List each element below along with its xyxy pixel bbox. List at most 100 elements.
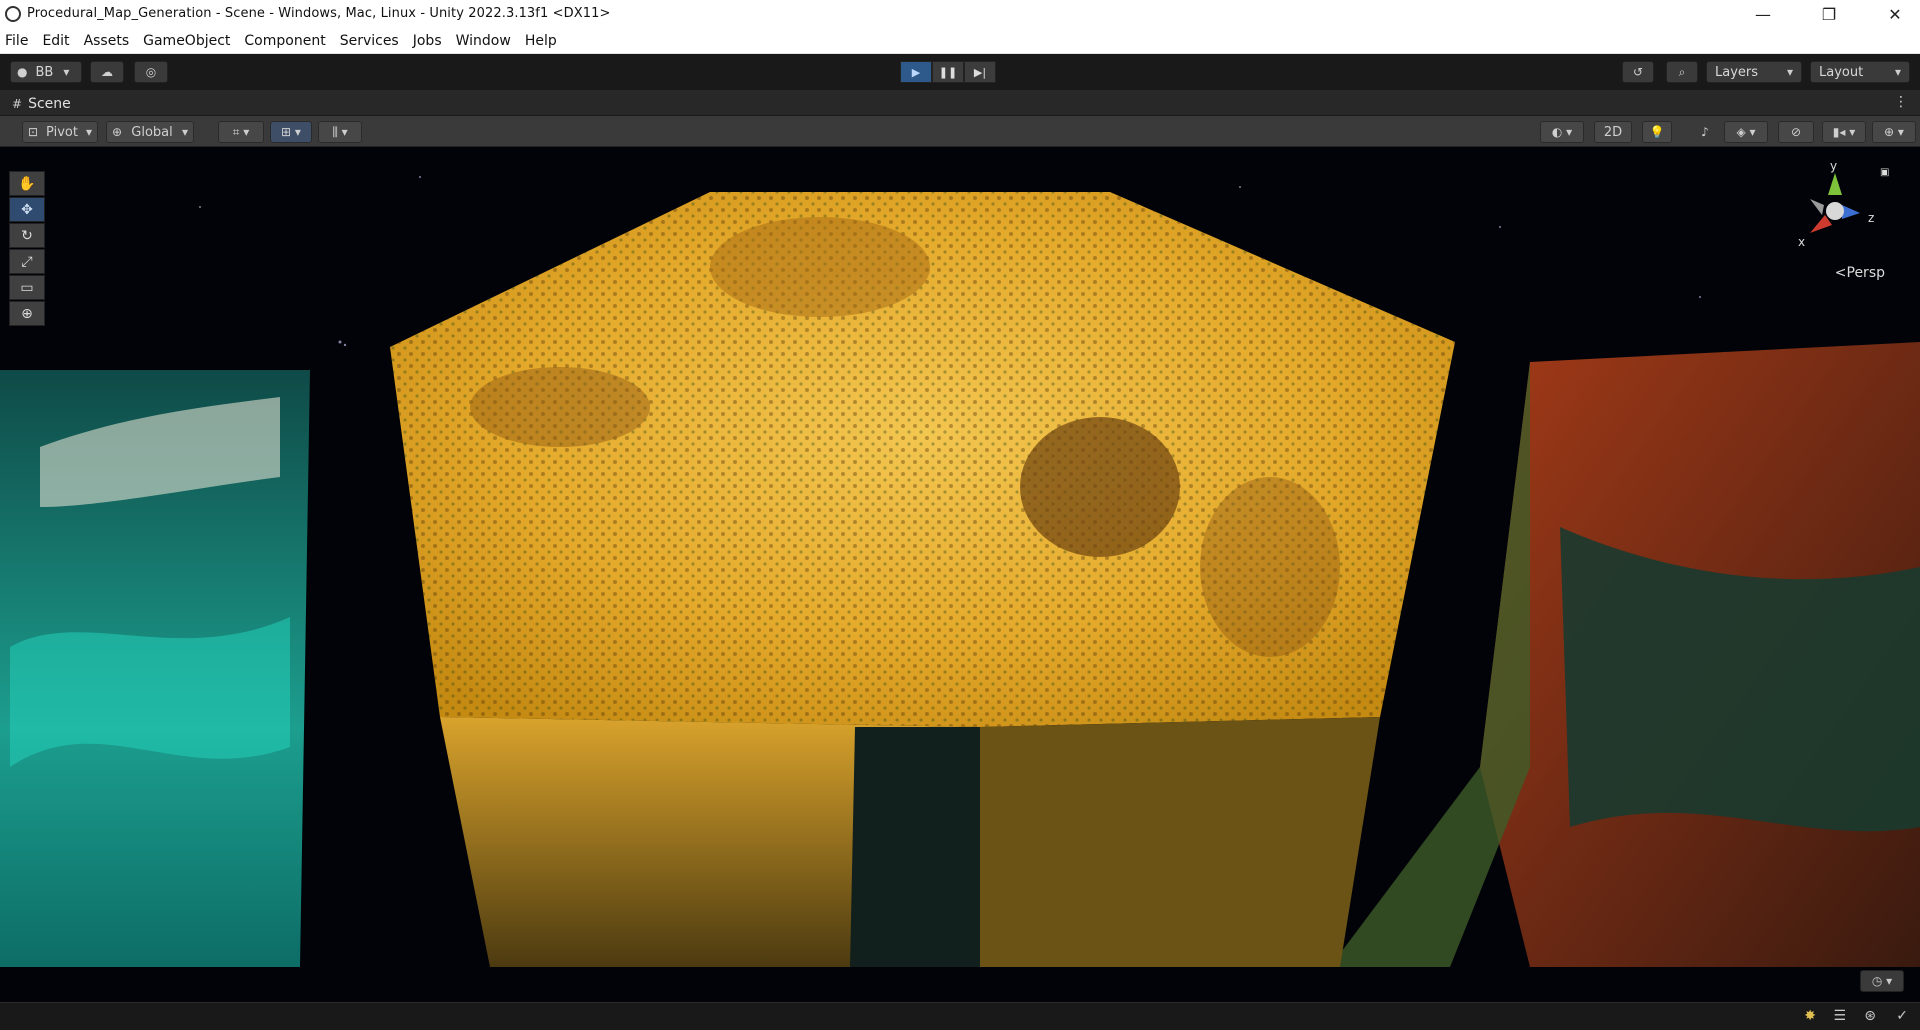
pause-button[interactable]: ❚❚	[932, 61, 964, 83]
chevron-down-icon: ▾	[1894, 65, 1901, 79]
pivot-icon: ⊡	[28, 125, 39, 139]
camera-settings-dropdown[interactable]: ◷ ▾	[1860, 970, 1904, 992]
layers-status-icon[interactable]: ☰	[1833, 1008, 1846, 1024]
play-icon: ▶	[911, 65, 921, 79]
minimize-button[interactable]: —	[1740, 0, 1786, 29]
search-button[interactable]: ⌕	[1666, 61, 1698, 83]
axis-z-label: z	[1868, 211, 1875, 225]
hand-icon: ✋	[18, 175, 36, 192]
scene-visibility-toggle[interactable]: ⊘	[1778, 121, 1814, 143]
scene-viewport[interactable]: ✋ ✥ ↻ ⤢ ▭ ⊕ y x z ▣ <Persp ◷ ▾	[0, 147, 1920, 1002]
rect-tool-button[interactable]: ▭	[9, 275, 45, 300]
snap-grid-icon: ⌗ ▾	[232, 124, 250, 139]
effects-icon: ◈ ▾	[1736, 125, 1756, 139]
menu-gameobject[interactable]: GameObject	[143, 33, 230, 49]
scale-icon: ⤢	[21, 253, 33, 270]
gizmos-dropdown[interactable]: ⊕ ▾	[1872, 121, 1916, 143]
global-dropdown[interactable]: ⊕ Global ▾	[106, 121, 194, 143]
transform-tool-button[interactable]: ⊕	[9, 301, 45, 326]
audio-toggle[interactable]: ♪	[1690, 121, 1720, 143]
step-button[interactable]: ▶|	[964, 61, 996, 83]
toggle-2d-label: 2D	[1603, 124, 1623, 140]
pivot-dropdown[interactable]: ⊡ Pivot ▾	[22, 121, 98, 143]
rotate-tool-button[interactable]: ↻	[9, 223, 45, 248]
menu-jobs[interactable]: Jobs	[413, 33, 442, 49]
play-button[interactable]: ▶	[900, 61, 932, 83]
increment-snap-icon: ⫼ ▾	[332, 124, 348, 139]
unity-logo-icon	[5, 6, 21, 22]
move-icon: ✥	[21, 201, 33, 218]
toggle-2d-button[interactable]: 2D	[1594, 121, 1632, 143]
close-button[interactable]: ✕	[1872, 0, 1918, 29]
scene-render	[0, 147, 1920, 1002]
status-warning-icon[interactable]: ✸	[1804, 1008, 1816, 1024]
rotate-icon: ↻	[21, 227, 33, 244]
scale-tool-button[interactable]: ⤢	[9, 249, 45, 274]
menu-file[interactable]: File	[5, 33, 28, 49]
scene-view-toolbar: ⊡ Pivot ▾ ⊕ Global ▾ ⌗ ▾ ⊞ ▾ ⫼ ▾ ◐ ▾ 2D …	[0, 116, 1920, 147]
maximize-button[interactable]: ❐	[1806, 0, 1852, 29]
menu-component[interactable]: Component	[244, 33, 325, 49]
menu-help[interactable]: Help	[525, 33, 557, 49]
status-bar: ✸ ☰ ⊛ ✓	[0, 1002, 1920, 1030]
menu-services[interactable]: Services	[340, 33, 399, 49]
chevron-down-icon: ▾	[85, 125, 92, 139]
debug-icon[interactable]: ⊛	[1864, 1008, 1876, 1024]
snap-grid-dropdown[interactable]: ⌗ ▾	[218, 121, 264, 143]
menu-edit[interactable]: Edit	[42, 33, 69, 49]
account-label: BB	[35, 64, 54, 80]
shading-icon: ◐ ▾	[1551, 125, 1573, 139]
increment-snap-dropdown[interactable]: ⫼ ▾	[318, 121, 362, 143]
chevron-down-icon: ▾	[181, 125, 188, 139]
chevron-down-icon: ▾	[63, 65, 70, 79]
kebab-menu-icon[interactable]: ⋮	[1894, 94, 1908, 110]
camera-dropdown[interactable]: ▮◂ ▾	[1822, 121, 1866, 143]
step-icon: ▶|	[973, 65, 987, 79]
playback-controls: ▶ ❚❚ ▶|	[900, 61, 996, 83]
layers-dropdown[interactable]: Layers ▾	[1706, 61, 1802, 83]
menu-window[interactable]: Window	[456, 33, 511, 49]
history-button[interactable]: ↺	[1622, 61, 1654, 83]
transform-icon: ⊕	[21, 305, 33, 322]
cloud-icon: ☁	[101, 65, 113, 79]
collab-button[interactable]: ◎	[134, 61, 168, 83]
cloud-button[interactable]: ☁	[90, 61, 124, 83]
layout-dropdown[interactable]: Layout ▾	[1810, 61, 1910, 83]
grid-visibility-icon: ⊞ ▾	[281, 125, 301, 139]
move-tool-button[interactable]: ✥	[9, 197, 45, 222]
axis-y-label: y	[1830, 159, 1838, 173]
tab-scene[interactable]: # Scene	[6, 93, 81, 115]
chevron-left-icon: <	[1834, 265, 1847, 281]
menu-bar: File Edit Assets GameObject Component Se…	[0, 29, 1920, 54]
global-label: Global	[131, 124, 173, 140]
tab-scene-label: Scene	[28, 96, 71, 112]
user-icon: ●	[17, 65, 28, 79]
menu-assets[interactable]: Assets	[84, 33, 130, 49]
scene-tab-bar: # Scene ⋮	[0, 90, 1920, 116]
effects-dropdown[interactable]: ◈ ▾	[1724, 121, 1768, 143]
grid-icon: #	[12, 97, 23, 111]
tool-palette: ✋ ✥ ↻ ⤢ ▭ ⊕	[9, 171, 45, 327]
checkmark-icon[interactable]: ✓	[1896, 1008, 1908, 1024]
search-icon: ⌕	[1678, 64, 1686, 79]
visibility-icon: ⊘	[1790, 125, 1802, 139]
draw-mode-dropdown[interactable]: ◐ ▾	[1540, 121, 1584, 143]
globe-icon: ⊕	[112, 125, 123, 139]
pivot-label: Pivot	[46, 124, 78, 140]
audio-mute-icon: ♪	[1701, 125, 1709, 139]
account-dropdown[interactable]: ● BB ▾	[10, 61, 82, 83]
title-bar: Procedural_Map_Generation - Scene - Wind…	[0, 0, 1920, 29]
persp-label: Persp	[1846, 265, 1886, 281]
target-icon: ◎	[145, 65, 157, 79]
lock-icon[interactable]: ▣	[1880, 167, 1889, 178]
grid-visibility-dropdown[interactable]: ⊞ ▾	[270, 121, 312, 143]
lighting-toggle[interactable]: 💡	[1642, 121, 1672, 143]
orientation-gizmo[interactable]: y x z ▣	[1790, 159, 1889, 253]
pause-icon: ❚❚	[938, 65, 958, 79]
camera-speed-icon: ◷ ▾	[1871, 974, 1893, 988]
chevron-down-icon: ▾	[1786, 65, 1793, 79]
projection-toggle[interactable]: <Persp	[1835, 265, 1885, 281]
window-title: Procedural_Map_Generation - Scene - Wind…	[27, 6, 611, 21]
lightbulb-icon: 💡	[1649, 125, 1665, 139]
hand-tool-button[interactable]: ✋	[9, 171, 45, 196]
